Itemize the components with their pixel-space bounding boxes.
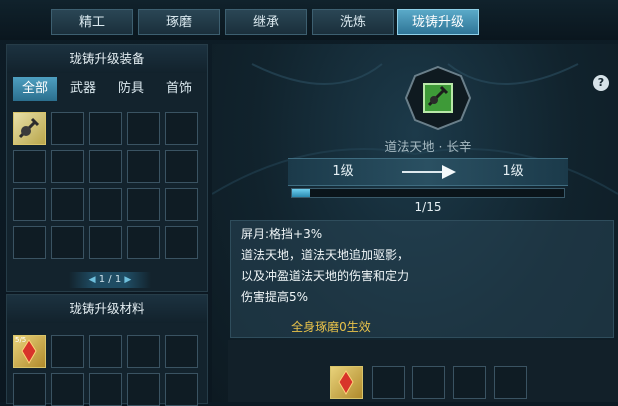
desc-line: 伤害提高5% (241, 290, 309, 304)
material-count: 5/5 (15, 336, 27, 344)
target-level: 1级 (502, 164, 524, 179)
item-badge[interactable] (404, 65, 472, 131)
material-panel-title: 珑铸升级材料 (7, 295, 207, 323)
equipment-filter-bar: 全部 武器 防具 首饰 (13, 77, 201, 101)
equipment-slot[interactable] (51, 226, 84, 259)
effect-status: 全身琢磨0生效 (291, 320, 371, 334)
material-slot[interactable] (51, 373, 84, 406)
filter-jewelry[interactable]: 首饰 (157, 77, 201, 101)
tab-bar: 精工 琢磨 继承 洗炼 珑铸升级 (0, 0, 618, 40)
required-material-slot[interactable] (412, 366, 445, 399)
equipment-slot[interactable] (165, 226, 198, 259)
filter-armor[interactable]: 防具 (109, 77, 153, 101)
equipment-panel: 珑铸升级装备 全部 武器 防具 首饰 ◀ 1 / 1 ▶ (6, 44, 208, 292)
help-icon[interactable]: ? (593, 75, 609, 91)
item-name: 道法天地 · 长辛 (384, 139, 472, 154)
level-bar: 1级 1级 (288, 158, 568, 186)
equipment-panel-title: 珑铸升级装备 (7, 45, 207, 73)
desc-line: 道法天地，道法天地追加驱影， (241, 248, 410, 262)
progress-text: 1/15 (414, 200, 442, 214)
arrow-right-icon (402, 165, 456, 179)
filter-all[interactable]: 全部 (13, 77, 57, 101)
tab-jinggong[interactable]: 精工 (51, 9, 133, 35)
upgrade-progress-bar (291, 188, 565, 198)
prev-page-icon[interactable]: ◀ (89, 275, 96, 285)
filter-weapon[interactable]: 武器 (61, 77, 105, 101)
material-slot[interactable] (165, 335, 198, 368)
page-indicator: 1 / 1 (98, 274, 122, 285)
equipment-slot[interactable] (127, 226, 160, 259)
tab-jicheng[interactable]: 继承 (225, 9, 307, 35)
tab-zhuomo[interactable]: 琢磨 (138, 9, 220, 35)
tab-longzhu-upgrade[interactable]: 珑铸升级 (397, 9, 479, 35)
material-slot[interactable] (165, 373, 198, 406)
red-crystal-icon (338, 370, 354, 395)
progress-fill (292, 189, 311, 197)
material-slot[interactable] (13, 373, 46, 406)
material-slot[interactable] (51, 335, 84, 368)
material-slot[interactable]: 5/5 (13, 335, 46, 368)
pager: ◀ 1 / 1 ▶ (69, 272, 151, 288)
desc-line: 屏月:格挡+3% (241, 227, 323, 241)
material-slot[interactable] (127, 373, 160, 406)
equipment-slot[interactable] (13, 226, 46, 259)
item-emblem-icon (404, 65, 472, 131)
current-level: 1级 (332, 164, 354, 179)
next-page-icon[interactable]: ▶ (124, 275, 131, 285)
required-material-slot[interactable] (372, 366, 405, 399)
required-material-slot[interactable] (494, 366, 527, 399)
desc-line: 以及冲盈道法天地的伤害和定力 (241, 269, 410, 283)
required-material-slot[interactable] (453, 366, 486, 399)
material-slot[interactable] (127, 335, 160, 368)
description-box: 屏月:格挡+3% 道法天地，道法天地追加驱影， 以及冲盈道法天地的伤害和定力 伤… (230, 220, 614, 338)
required-material-slot[interactable] (330, 366, 363, 399)
material-panel: 珑铸升级材料 5/5 (6, 294, 208, 406)
equipment-slot[interactable] (89, 226, 122, 259)
material-slot[interactable] (89, 335, 122, 368)
material-slot[interactable] (89, 373, 122, 406)
tab-xilian[interactable]: 洗炼 (312, 9, 394, 35)
app-root: 精工 琢磨 继承 洗炼 珑铸升级 珑铸升级装备 全部 武器 防具 首饰 ◀ 1 … (0, 0, 618, 406)
